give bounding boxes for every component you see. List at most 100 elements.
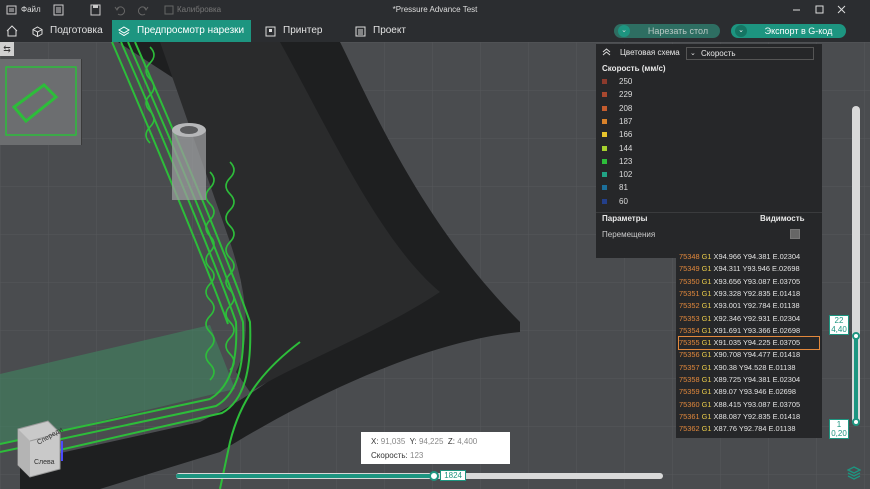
travel-visibility-checkbox[interactable] [790,229,800,239]
gcode-line[interactable]: 75357 G1 X90.38 Y94.528 E.01138 [679,362,819,374]
layers-icon[interactable] [847,466,861,480]
project-icon [355,26,366,37]
legend-swatch [602,185,607,191]
legend-value: 81 [619,183,628,193]
gcode-line-current[interactable]: 75355 G1 X91.035 Y94.225 E.03705 [678,336,820,351]
gcode-line[interactable]: 75359 G1 X89.07 Y93.946 E.02698 [679,386,819,398]
gcode-params: X87.76 Y92.784 E.01138 [713,424,796,434]
calibration-icon[interactable] [164,4,174,16]
z-value: 4,400 [457,437,478,446]
minimize-icon[interactable] [791,4,802,16]
plate-thumbnail[interactable] [0,59,82,145]
gcode-line[interactable]: 75353 G1 X92.346 Y92.931 E.02304 [679,313,819,325]
gcode-line-number: 75348 [679,252,700,261]
gcode-command: G1 [701,399,712,409]
params-header: Параметры [602,214,648,223]
notes-icon[interactable] [53,4,64,16]
collapse-thumbnail-button[interactable]: ⇆ [0,42,14,56]
legend-value: 144 [619,143,633,153]
move-slider-fill [176,474,435,478]
gcode-line-number: 75361 [679,411,700,421]
gcode-params: X90.708 Y94.477 E.01418 [713,350,801,360]
y-label: Y: [409,437,417,446]
layer-bottom-handle[interactable] [852,418,860,426]
layer-top-handle[interactable] [852,332,860,340]
divider [596,212,822,213]
gcode-line[interactable]: 75349 G1 X94.311 Y93.946 E.02698 [679,263,819,275]
gcode-line-number: 75362 [679,424,700,434]
layer-range-fill [854,334,858,420]
gcode-line[interactable]: 75354 G1 X91.691 Y93.366 E.02698 [679,325,819,337]
bottom-layer-height: 0,20 [831,429,847,438]
gcode-command: G1 [701,338,712,348]
save-icon[interactable] [90,4,101,16]
tab-slice-preview[interactable]: Предпросмотр нарезки [112,20,251,42]
legend-header: Скорость (мм/с) [602,64,666,73]
gcode-line-number: 75351 [679,288,700,298]
maximize-icon[interactable] [814,4,825,16]
gcode-command: G1 [701,252,712,261]
gcode-line-number: 75356 [679,350,700,360]
gcode-params: X93.001 Y92.784 E.01138 [713,301,800,311]
tab-printer[interactable]: Принтер [257,20,337,42]
gcode-line[interactable]: 75350 G1 X93.656 Y93.087 E.03705 [679,276,819,288]
speed-value: 123 [410,451,424,460]
gcode-line-number: 75358 [679,375,700,384]
z-label: Z: [447,437,455,446]
gcode-params: X91.035 Y94.225 E.03705 [713,338,801,348]
slice-plate-button[interactable]: ⌄ Нарезать стол [614,24,720,38]
gcode-command: G1 [701,362,712,372]
window-title: *Pressure Advance Test [392,5,478,14]
legend-value: 166 [619,130,633,140]
legend-swatch [602,198,607,204]
gcode-command: G1 [701,350,712,360]
gcode-line[interactable]: 75360 G1 X88.415 Y93.087 E.03705 [679,399,819,411]
menu-icon[interactable] [6,4,17,16]
view-cube[interactable]: Спереди Слева [14,417,72,479]
visibility-header: Видимость [760,214,805,223]
gcode-params: X92.346 Y92.931 E.02304 [713,313,801,323]
gcode-line-number: 75354 [679,325,700,335]
legend-swatch [602,145,607,151]
top-layer-number: 22 [834,316,844,325]
speed-label: Скорость: [371,451,408,460]
tab-slice-preview-label: Предпросмотр нарезки [137,25,245,36]
gcode-line-number: 75349 [679,264,700,274]
view-cube-left-label: Слева [34,459,55,466]
layer-slider[interactable] [852,106,860,424]
legend-swatch [602,132,607,138]
export-gcode-button[interactable]: ⌄ Экспорт в G-код [731,24,846,38]
gcode-command: G1 [701,411,712,421]
redo-icon[interactable] [138,4,149,16]
gcode-line[interactable]: 75348 G1 X94.966 Y94.381 E.02304 [679,251,819,263]
gcode-params: X88.087 Y92.835 E.01418 [713,411,801,421]
file-menu[interactable]: Файл [21,0,41,20]
legend-panel: Цветовая схема ⌄ Скорость Скорость (мм/с… [596,44,822,258]
gcode-line[interactable]: 75352 G1 X93.001 Y92.784 E.01138 [679,300,819,312]
view-cube-icon [17,420,63,478]
x-value: 91,035 [380,437,406,446]
tab-prepare-label: Подготовка [50,25,103,36]
home-icon[interactable] [6,25,18,37]
color-scheme-label: Цветовая схема [620,48,680,57]
legend-swatch [602,172,607,178]
printer-icon [265,26,276,37]
gcode-line[interactable]: 75362 G1 X87.76 Y92.784 E.01138 [679,423,819,435]
gcode-line[interactable]: 75351 G1 X93.328 Y92.835 E.01418 [679,288,819,300]
color-scheme-dropdown[interactable]: ⌄ Скорость [686,47,814,60]
tab-prepare[interactable]: Подготовка [24,20,112,42]
gcode-line[interactable]: 75356 G1 X90.708 Y94.477 E.01418 [679,349,819,361]
legend-swatch [602,118,607,124]
close-icon[interactable] [836,4,847,16]
tab-project[interactable]: Проект [347,20,427,42]
gcode-params: X94.311 Y93.946 E.02698 [713,264,800,274]
y-value: 94,225 [418,437,444,446]
gcode-command: G1 [701,424,712,434]
move-slider[interactable] [176,473,663,479]
gcode-line[interactable]: 75361 G1 X88.087 Y92.835 E.01418 [679,411,819,423]
collapse-chevron-icon[interactable] [602,48,611,56]
tab-project-label: Проект [373,25,406,36]
undo-icon[interactable] [114,4,125,16]
calibration-menu[interactable]: Калибровка [177,0,221,20]
gcode-line[interactable]: 75358 G1 X89.725 Y94.381 E.02304 [679,374,819,386]
